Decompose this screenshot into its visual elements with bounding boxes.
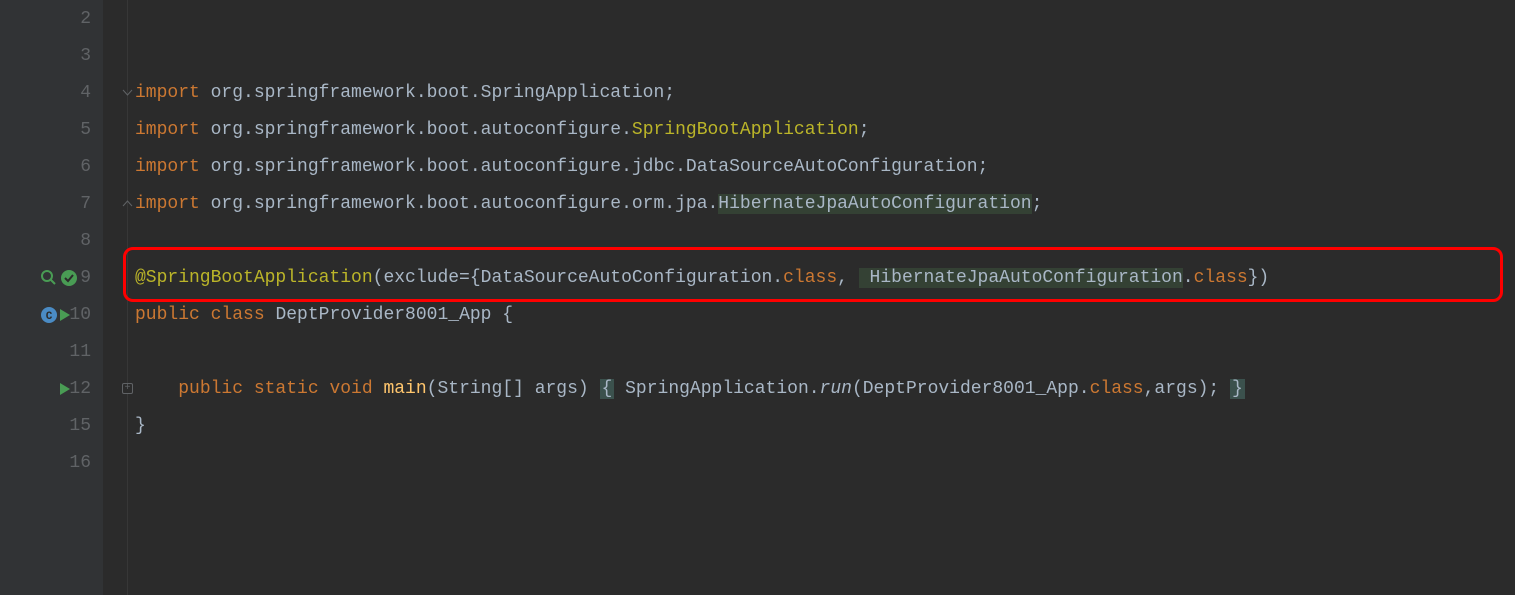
line-number: 15 (69, 416, 91, 436)
line-number: 8 (80, 231, 91, 251)
keyword: public class (135, 305, 275, 325)
code-line[interactable]: + public static void main(String[] args)… (103, 370, 1515, 407)
code-text: , (837, 268, 859, 288)
code-text: org.springframework.boot.autoconfigure.o… (200, 194, 718, 214)
brace: { (502, 305, 513, 325)
line-number: 11 (69, 342, 91, 362)
line-number: 10 (69, 305, 91, 325)
gutter-icons: C (40, 306, 70, 324)
code-line[interactable]: import org.springframework.boot.autoconf… (103, 185, 1515, 222)
code-line[interactable] (103, 0, 1515, 37)
line-number: 2 (80, 9, 91, 29)
method-name: main (383, 379, 426, 399)
code-line[interactable] (103, 333, 1515, 370)
gutter-icons (60, 383, 70, 395)
code-line[interactable]: import org.springframework.boot.SpringAp… (103, 74, 1515, 111)
gutter-row[interactable]: 4 (0, 74, 103, 111)
search-usage-icon[interactable] (40, 269, 58, 287)
code-line[interactable] (103, 37, 1515, 74)
gutter-row[interactable]: 15 (0, 407, 103, 444)
brace: { (600, 379, 615, 399)
code-text: org.springframework.boot.autoconfigure. (200, 120, 632, 140)
gutter-icons (40, 269, 78, 287)
line-number: 3 (80, 46, 91, 66)
code-area[interactable]: import org.springframework.boot.SpringAp… (103, 0, 1515, 595)
brace: } (135, 416, 146, 436)
code-line[interactable]: import org.springframework.boot.autoconf… (103, 111, 1515, 148)
code-text: ; (859, 120, 870, 140)
gutter-row[interactable]: 12 (0, 370, 103, 407)
class-name: DeptProvider8001_App (275, 305, 502, 325)
class-bean-icon[interactable]: C (40, 306, 58, 324)
indent (135, 379, 178, 399)
line-number: 7 (80, 194, 91, 214)
code-line[interactable]: } (103, 407, 1515, 444)
gutter-row[interactable]: 11 (0, 333, 103, 370)
keyword: class (1090, 379, 1144, 399)
keyword: import (135, 157, 200, 177)
fold-expand-icon[interactable]: + (121, 382, 134, 395)
gutter-row[interactable]: 9 (0, 259, 103, 296)
line-number: 9 (80, 268, 91, 288)
svg-text:C: C (46, 311, 53, 323)
gutter-row[interactable]: 16 (0, 444, 103, 481)
code-text: }) (1248, 268, 1270, 288)
gutter-row[interactable]: 5 (0, 111, 103, 148)
run-icon[interactable] (60, 383, 70, 395)
annotation: @SpringBootApplication (135, 268, 373, 288)
gutter-row[interactable]: 6 (0, 148, 103, 185)
check-circle-icon[interactable] (60, 269, 78, 287)
code-line[interactable]: import org.springframework.boot.autoconf… (103, 148, 1515, 185)
code-editor: 2 3 4 5 6 7 8 (0, 0, 1515, 595)
line-number: 6 (80, 157, 91, 177)
code-text: SpringApplication. (614, 379, 819, 399)
gutter-row[interactable]: 2 (0, 0, 103, 37)
class-ref-highlight: HibernateJpaAutoConfiguration (859, 268, 1183, 288)
code-line[interactable] (103, 444, 1515, 481)
code-text: (exclude={DataSourceAutoConfiguration. (373, 268, 783, 288)
code-text: . (1183, 268, 1194, 288)
code-text: ,args); (1144, 379, 1230, 399)
line-number: 16 (69, 453, 91, 473)
code-text: org.springframework.boot.autoconfigure.j… (200, 157, 989, 177)
keyword: class (783, 268, 837, 288)
code-line[interactable]: @SpringBootApplication(exclude={DataSour… (103, 259, 1515, 296)
keyword: public static void (178, 379, 383, 399)
keyword: import (135, 83, 200, 103)
gutter-row[interactable]: C 10 (0, 296, 103, 333)
code-line[interactable]: public class DeptProvider8001_App { (103, 296, 1515, 333)
code-line[interactable] (103, 222, 1515, 259)
code-text: org.springframework.boot.SpringApplicati… (200, 83, 675, 103)
gutter-row[interactable]: 8 (0, 222, 103, 259)
fold-collapse-icon[interactable] (121, 86, 134, 99)
class-ref-highlight: HibernateJpaAutoConfiguration (718, 194, 1031, 214)
fold-collapse-icon[interactable] (121, 197, 134, 210)
gutter: 2 3 4 5 6 7 8 (0, 0, 103, 595)
gutter-row[interactable]: 3 (0, 37, 103, 74)
line-number: 4 (80, 83, 91, 103)
line-number: 5 (80, 120, 91, 140)
keyword: import (135, 120, 200, 140)
code-text: ; (1032, 194, 1043, 214)
keyword: class (1194, 268, 1248, 288)
line-number: 12 (69, 379, 91, 399)
gutter-row[interactable]: 7 (0, 185, 103, 222)
brace: } (1230, 379, 1245, 399)
keyword: import (135, 194, 200, 214)
run-icon[interactable] (60, 309, 70, 321)
code-text: (DeptProvider8001_App. (852, 379, 1090, 399)
class-ref: SpringBootApplication (632, 120, 859, 140)
code-text: (String[] args) (427, 379, 600, 399)
static-method: run (820, 379, 852, 399)
